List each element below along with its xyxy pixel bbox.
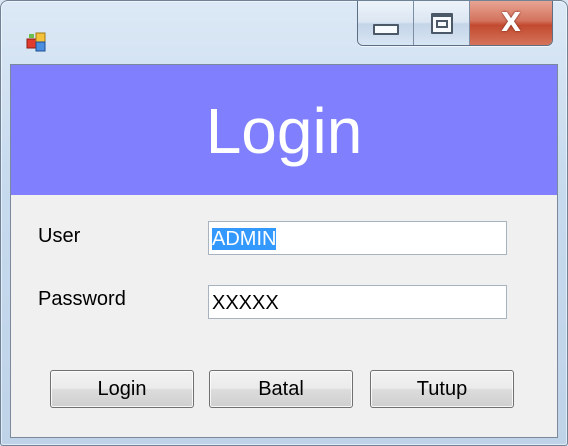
- cancel-button[interactable]: Batal: [209, 370, 353, 408]
- window-controls: X: [357, 1, 553, 46]
- maximize-icon: [430, 12, 453, 34]
- maximize-button[interactable]: [414, 1, 470, 45]
- user-input-value: ADMIN: [212, 228, 277, 250]
- header-title: Login: [205, 95, 363, 167]
- form-client-area: Login User ADMIN Password XXXXX Login Ba…: [10, 64, 558, 438]
- close-icon: X: [500, 8, 522, 38]
- user-label: User: [38, 225, 81, 247]
- minimize-icon: [372, 23, 399, 35]
- minimize-button[interactable]: [358, 1, 414, 45]
- title-bar[interactable]: X: [1, 1, 567, 63]
- password-input-value: XXXXX: [212, 292, 279, 314]
- close-window-button[interactable]: X: [470, 1, 552, 45]
- login-window: X Login User ADMIN Password XXXXX Login …: [0, 0, 568, 446]
- app-icon: [26, 32, 46, 52]
- login-button[interactable]: Login: [50, 370, 194, 408]
- login-header-banner: Login: [11, 65, 557, 195]
- password-label: Password: [38, 288, 126, 310]
- user-input[interactable]: ADMIN: [208, 221, 507, 255]
- close-button[interactable]: Tutup: [370, 370, 514, 408]
- password-input[interactable]: XXXXX: [208, 285, 507, 319]
